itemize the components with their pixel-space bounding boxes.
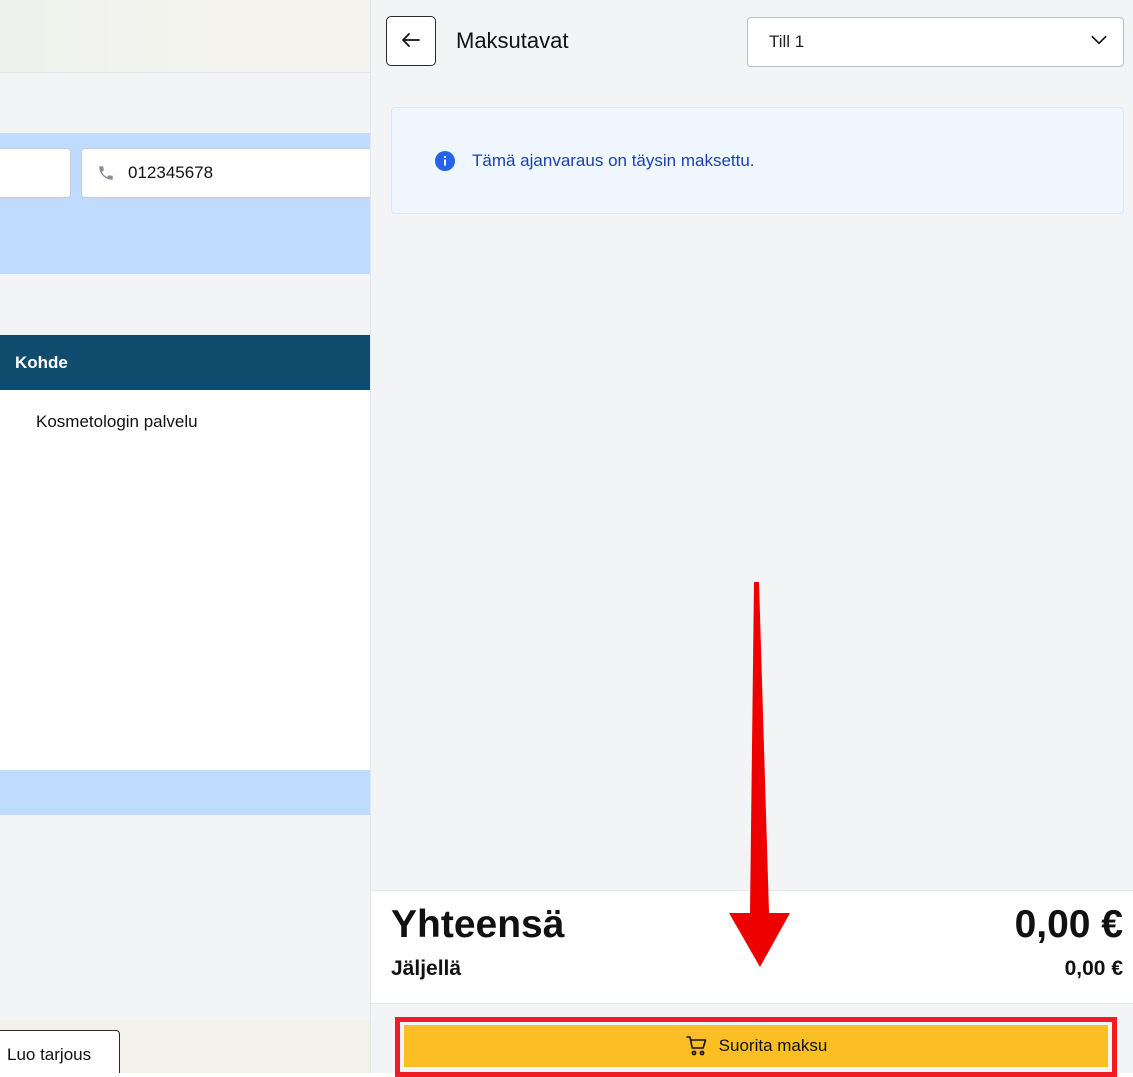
table-footer bbox=[0, 770, 370, 815]
remaining-label: Jäljellä bbox=[391, 957, 462, 980]
totals-section: Yhteensä 0,00 € Jäljellä 0,00 € bbox=[371, 890, 1133, 1004]
total-value: 0,00 € bbox=[1014, 903, 1123, 946]
chevron-down-icon bbox=[1089, 30, 1109, 55]
total-label: Yhteensä bbox=[391, 903, 565, 946]
cart-icon bbox=[685, 1034, 709, 1058]
pay-button-label: Suorita maksu bbox=[718, 1036, 828, 1055]
booking-panel: 012345678 Kohde Kosmetologin palvelu Luo… bbox=[0, 0, 370, 1073]
top-bar bbox=[0, 0, 370, 73]
table-row[interactable]: Kosmetologin palvelu bbox=[36, 412, 198, 432]
info-alert: Tämä ajanvaraus on täysin maksettu. bbox=[391, 107, 1124, 214]
info-message: Tämä ajanvaraus on täysin maksettu. bbox=[472, 150, 755, 170]
phone-icon bbox=[96, 163, 116, 183]
create-offer-button[interactable]: Luo tarjous bbox=[0, 1030, 120, 1073]
till-select-value: Till 1 bbox=[769, 32, 805, 51]
table-body: Kosmetologin palvelu bbox=[0, 390, 370, 770]
customer-name-field[interactable] bbox=[0, 148, 71, 198]
phone-field[interactable]: 012345678 bbox=[81, 148, 370, 198]
table-header: Kohde bbox=[0, 335, 370, 390]
page-title: Maksutavat bbox=[456, 28, 569, 53]
customer-contact-section: 012345678 bbox=[0, 133, 370, 274]
column-header-kohde: Kohde bbox=[15, 352, 68, 372]
arrow-left-icon bbox=[399, 28, 423, 55]
remaining-value: 0,00 € bbox=[1064, 957, 1123, 980]
info-icon bbox=[435, 150, 455, 171]
phone-value: 012345678 bbox=[128, 163, 214, 182]
till-select[interactable]: Till 1 bbox=[747, 17, 1124, 67]
payment-panel: Maksutavat Till 1 Tämä ajanvaraus on täy… bbox=[371, 0, 1133, 1077]
pay-button[interactable]: Suorita maksu bbox=[404, 1025, 1108, 1067]
back-button[interactable] bbox=[386, 16, 436, 66]
